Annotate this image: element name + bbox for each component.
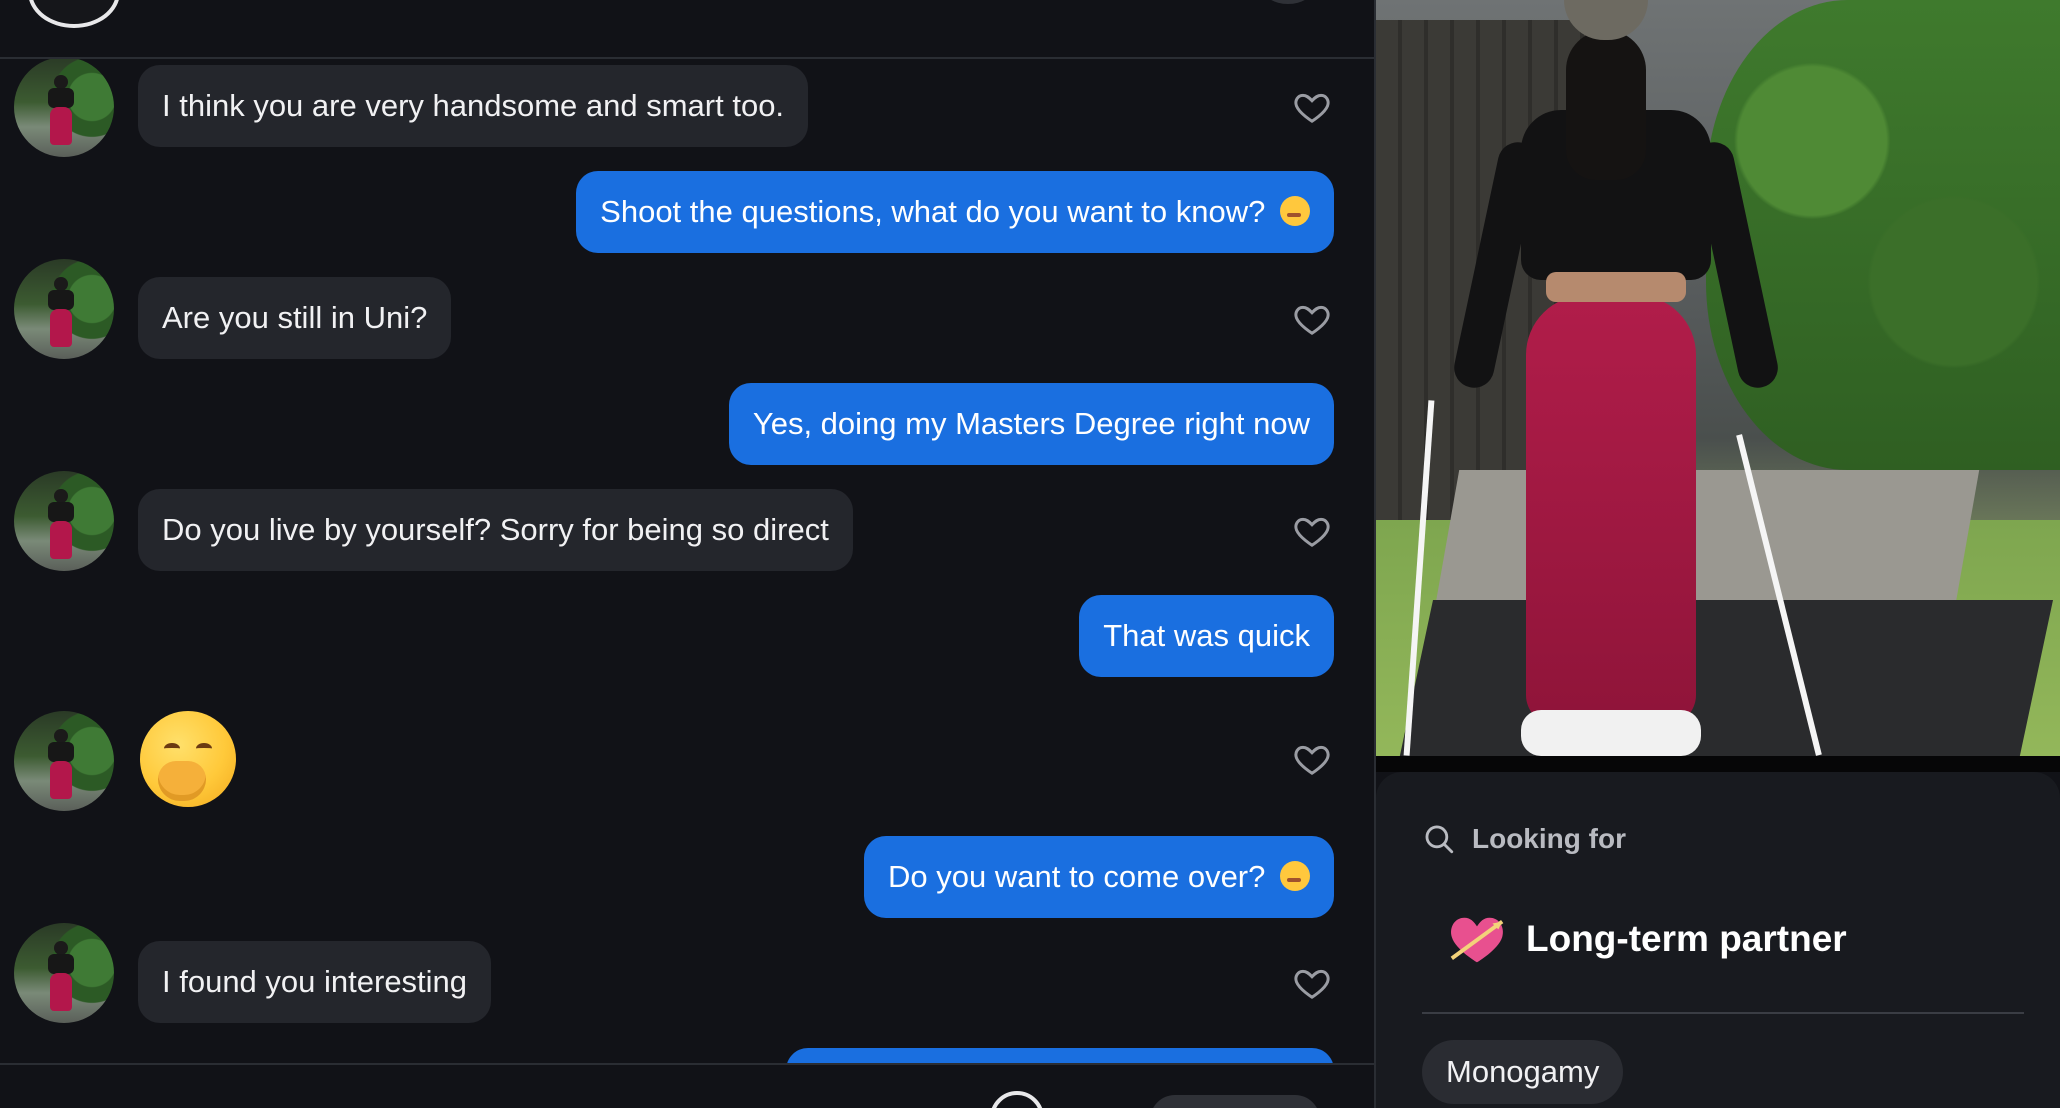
heart-icon[interactable]: [1292, 299, 1332, 339]
person-shoes: [1521, 710, 1701, 756]
message-text: I found you interesting: [162, 964, 468, 999]
message-list[interactable]: I think you are very handsome and smart …: [0, 59, 1374, 1063]
header-menu-button[interactable]: [1262, 0, 1314, 4]
exercise-mat: [1398, 600, 2054, 756]
message-row: Yes, doing my Masters Degree right now: [0, 383, 1374, 473]
person-hair: [1566, 30, 1646, 180]
message-text: Shoot the questions, what do you want to…: [600, 194, 1266, 229]
divider: [1422, 1012, 2024, 1014]
person-midriff: [1546, 272, 1686, 302]
message-bubble-incoming[interactable]: I think you are very handsome and smart …: [138, 65, 809, 147]
message-bubble-incoming[interactable]: Do you live by yourself? Sorry for being…: [138, 489, 853, 571]
message-bubble-incoming[interactable]: Are you still in Uni?: [138, 277, 452, 359]
message-row: I think you are very handsome and smart …: [0, 59, 1374, 159]
sender-avatar[interactable]: [14, 259, 114, 359]
tag-chip[interactable]: Monogamy: [1422, 1040, 1624, 1104]
sender-avatar[interactable]: [14, 59, 114, 157]
paving: [1432, 470, 1980, 620]
chat-pane: I think you are very handsome and smart …: [0, 0, 1374, 1108]
message-text: Do you live by yourself? Sorry for being…: [162, 512, 829, 547]
message-bubble-outgoing[interactable]: Do you want to come over?: [864, 836, 1334, 918]
sender-avatar[interactable]: [14, 471, 114, 571]
heart-icon[interactable]: [1292, 739, 1332, 779]
person-leggings: [1526, 295, 1696, 725]
heart-icon[interactable]: [1292, 963, 1332, 1003]
message-text: I think you are very handsome and smart …: [162, 88, 785, 123]
message-text: That was quick: [1103, 618, 1310, 653]
message-row: Shoot the questions, what do you want to…: [0, 171, 1374, 261]
message-text: Are you still in Uni?: [162, 300, 428, 335]
heart-icon[interactable]: [1292, 87, 1332, 127]
message-row: [0, 711, 1374, 821]
gif-button[interactable]: [990, 1091, 1044, 1108]
message-text: Do you want to come over?: [888, 859, 1266, 894]
message-text: Yes, doing my Masters Degree right now: [752, 406, 1310, 441]
looking-for-label: Looking for: [1472, 823, 1626, 854]
profile-photo[interactable]: [1376, 0, 2060, 756]
message-bubble-incoming[interactable]: I found you interesting: [138, 941, 492, 1023]
heart-with-arrow-emoji: [1450, 917, 1504, 963]
send-button[interactable]: [1150, 1095, 1320, 1108]
message-row: Are you still in Uni?: [0, 259, 1374, 369]
chat-composer-bar: [0, 1063, 1374, 1108]
kissing-face-emoji: [1280, 196, 1310, 226]
heart-icon[interactable]: [1292, 511, 1332, 551]
sender-avatar[interactable]: [14, 711, 114, 811]
match-avatar[interactable]: [28, 0, 120, 28]
message-bubble-outgoing[interactable]: That was quick: [1079, 595, 1334, 677]
search-icon: [1425, 825, 1454, 854]
looking-for-card: Looking for Long-term partner Monogamy: [1376, 772, 2060, 1108]
photo-bottom-bar: [1376, 756, 2060, 772]
message-row: I found you interesting: [0, 923, 1374, 1033]
message-row: Do you live by yourself? Sorry for being…: [0, 471, 1374, 581]
message-bubble-outgoing[interactable]: Yes, doing my Masters Degree right now: [728, 383, 1334, 465]
sender-avatar[interactable]: [14, 923, 114, 1023]
looking-for-value: Long-term partner: [1526, 918, 1847, 959]
message-bubble-outgoing[interactable]: Shoot the questions, what do you want to…: [576, 171, 1334, 253]
chat-header: [0, 0, 1374, 59]
message-row: Do you want to come over?: [0, 836, 1374, 926]
message-row: That was quick: [0, 595, 1374, 685]
face-with-hand-over-mouth-emoji[interactable]: [140, 711, 236, 807]
smirking-face-emoji: [1280, 861, 1310, 891]
hedge: [1706, 0, 2060, 470]
